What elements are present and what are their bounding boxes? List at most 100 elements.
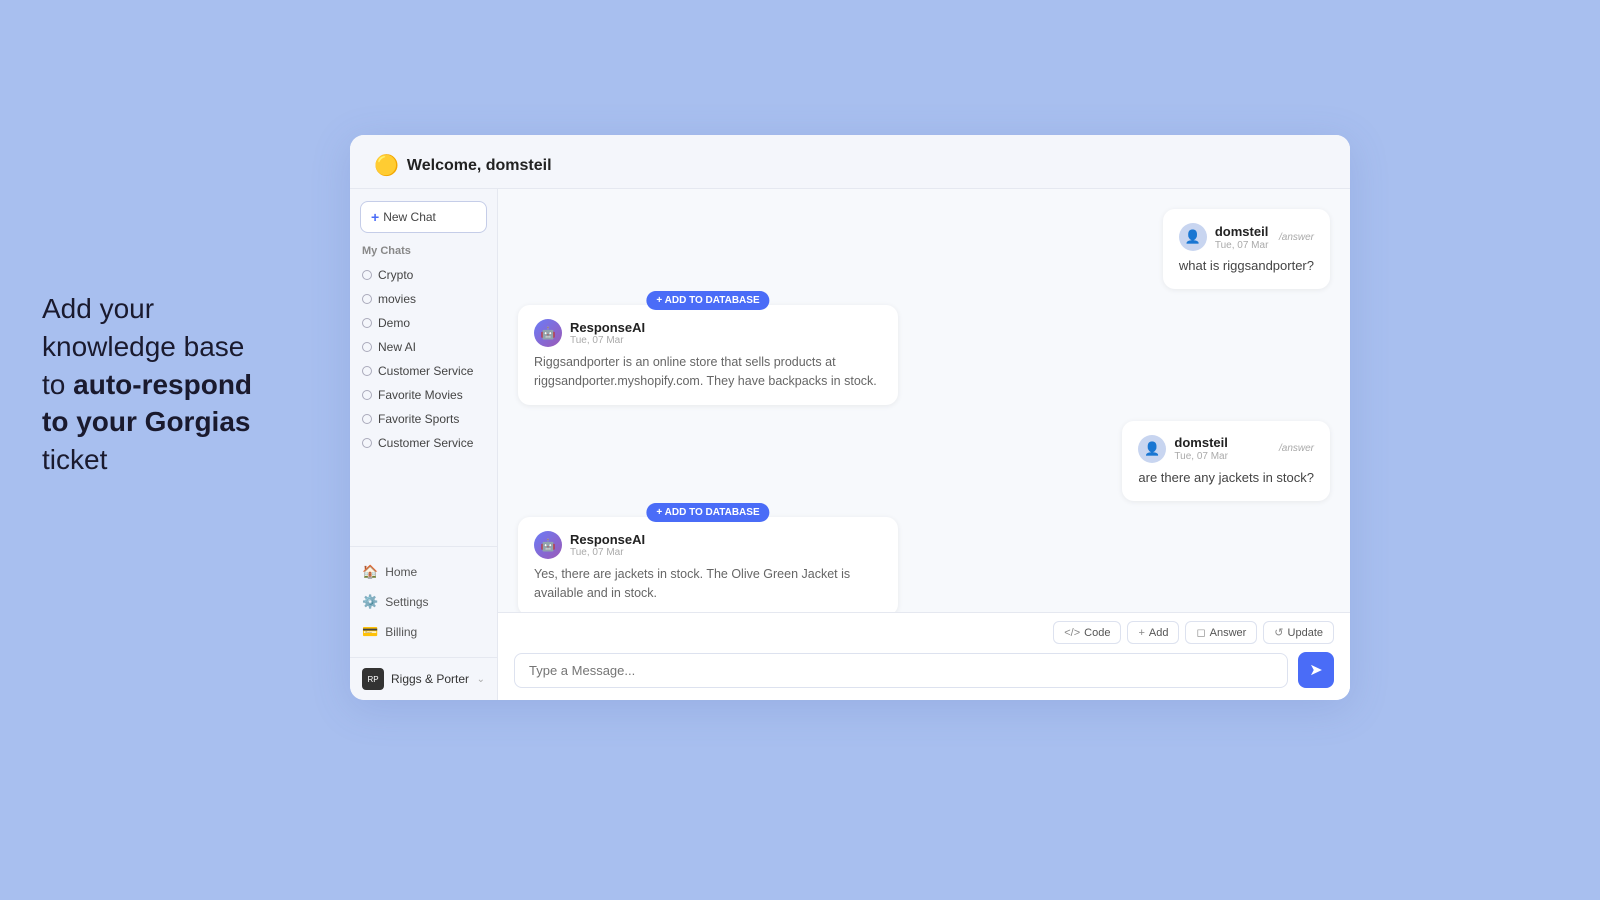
user-name-time: domsteil Tue, 07 Mar <box>1215 224 1269 251</box>
chat-input-area: </> Code + Add ◻ Answer ↺ Update <box>498 612 1350 700</box>
update-button[interactable]: ↺ Update <box>1263 621 1334 644</box>
user-name-2: domsteil <box>1174 435 1228 450</box>
chat-label: movies <box>378 292 416 306</box>
promo-line5: ticket <box>42 444 107 475</box>
app-body: + New Chat My Chats Crypto movies Demo <box>350 189 1350 700</box>
promo-line4: to your Gorgias <box>42 406 250 437</box>
code-button[interactable]: </> Code <box>1053 621 1121 644</box>
ai-message-text-2: Yes, there are jackets in stock. The Oli… <box>534 565 882 603</box>
settings-icon: ⚙️ <box>362 594 378 610</box>
promo-line3-normal: to <box>42 369 73 400</box>
chat-dot-icon <box>362 438 372 448</box>
user-bubble-header-1: 👤 domsteil Tue, 07 Mar /answer <box>1179 223 1314 251</box>
chat-dot-icon <box>362 294 372 304</box>
settings-label: Settings <box>385 595 428 609</box>
ai-name-time-2: ResponseAI Tue, 07 Mar <box>570 532 645 558</box>
chat-dot-icon <box>362 318 372 328</box>
chat-label: New AI <box>378 340 416 354</box>
sidebar-item-crypto[interactable]: Crypto <box>350 263 497 287</box>
chat-input-row: ➤ <box>498 644 1350 700</box>
sidebar-item-billing[interactable]: 💳 Billing <box>350 617 497 647</box>
answer-label: Answer <box>1210 627 1247 639</box>
user-time: Tue, 07 Mar <box>1215 240 1269 251</box>
logo-text: RP <box>367 675 378 684</box>
chat-messages: 👤 domsteil Tue, 07 Mar /answer what is r… <box>498 189 1350 612</box>
sidebar-item-favorite-movies[interactable]: Favorite Movies <box>350 383 497 407</box>
user-info-2: 👤 domsteil Tue, 07 Mar <box>1138 435 1228 463</box>
avatar: 👤 <box>1179 223 1207 251</box>
chat-dot-icon <box>362 390 372 400</box>
add-label: Add <box>1149 627 1169 639</box>
ai-message-text: Riggsandporter is an online store that s… <box>534 353 882 391</box>
user-message-text: what is riggsandporter? <box>1179 257 1314 275</box>
welcome-text: Welcome, domsteil <box>407 157 552 175</box>
footer-logo: RP <box>362 668 384 690</box>
send-icon: ➤ <box>1309 660 1322 680</box>
chat-label: Crypto <box>378 268 413 282</box>
promo-line1: Add your <box>42 293 154 324</box>
ai-time: Tue, 07 Mar <box>570 335 645 346</box>
chat-list: Crypto movies Demo New AI Customer Servi… <box>350 263 497 546</box>
home-icon: 🏠 <box>362 564 378 580</box>
chat-label: Favorite Sports <box>378 412 459 426</box>
app-header: 🟡 Welcome, domsteil <box>350 135 1350 189</box>
ai-name-2: ResponseAI <box>570 532 645 547</box>
ai-message-2: + ADD TO DATABASE 🤖 ResponseAI Tue, 07 M… <box>518 517 898 612</box>
add-to-database-button-2[interactable]: + ADD TO DATABASE <box>646 503 769 522</box>
new-chat-label: New Chat <box>383 210 436 224</box>
add-to-db-label-2: + ADD TO DATABASE <box>656 507 759 518</box>
chat-dot-icon <box>362 366 372 376</box>
chat-label: Favorite Movies <box>378 388 463 402</box>
sidebar-item-customer-service-2[interactable]: Customer Service <box>350 431 497 455</box>
footer-name: Riggs & Porter <box>391 672 469 686</box>
update-icon: ↺ <box>1274 626 1283 639</box>
sidebar-item-movies[interactable]: movies <box>350 287 497 311</box>
ai-name: ResponseAI <box>570 320 645 335</box>
my-chats-label: My Chats <box>350 245 497 257</box>
user-name-time-2: domsteil Tue, 07 Mar <box>1174 435 1228 462</box>
plus-icon: + <box>371 209 379 225</box>
chat-dot-icon <box>362 270 372 280</box>
ai-bubble-header-1: 🤖 ResponseAI Tue, 07 Mar <box>534 319 882 347</box>
user-message-text-2: are there any jackets in stock? <box>1138 469 1314 487</box>
ai-avatar: 🤖 <box>534 319 562 347</box>
message-input[interactable] <box>514 653 1288 688</box>
sidebar-item-favorite-sports[interactable]: Favorite Sports <box>350 407 497 431</box>
chat-dot-icon <box>362 414 372 424</box>
ai-bubble-2: 🤖 ResponseAI Tue, 07 Mar Yes, there are … <box>518 517 898 612</box>
new-chat-button[interactable]: + New Chat <box>360 201 487 233</box>
user-info-1: 👤 domsteil Tue, 07 Mar <box>1179 223 1269 251</box>
ai-time-2: Tue, 07 Mar <box>570 547 645 558</box>
chat-label: Customer Service <box>378 436 473 450</box>
update-label: Update <box>1288 627 1323 639</box>
sidebar-bottom-nav: 🏠 Home ⚙️ Settings 💳 Billing <box>350 546 497 657</box>
user-bubble-1: 👤 domsteil Tue, 07 Mar /answer what is r… <box>1163 209 1330 289</box>
answer-badge: /answer <box>1279 232 1314 243</box>
add-to-database-button-1[interactable]: + ADD TO DATABASE <box>646 291 769 310</box>
sidebar: + New Chat My Chats Crypto movies Demo <box>350 189 498 700</box>
ai-name-time: ResponseAI Tue, 07 Mar <box>570 320 645 346</box>
chat-label: Demo <box>378 316 410 330</box>
answer-badge-2: /answer <box>1279 443 1314 454</box>
add-button[interactable]: + Add <box>1127 621 1179 644</box>
promo-line2: knowledge base <box>42 331 244 362</box>
sidebar-item-customer-service-1[interactable]: Customer Service <box>350 359 497 383</box>
ai-message-1: + ADD TO DATABASE 🤖 ResponseAI Tue, 07 M… <box>518 305 898 405</box>
send-button[interactable]: ➤ <box>1298 652 1334 688</box>
chat-label: Customer Service <box>378 364 473 378</box>
sidebar-item-settings[interactable]: ⚙️ Settings <box>350 587 497 617</box>
promo-line3-bold: auto-respond <box>73 369 252 400</box>
chat-dot-icon <box>362 342 372 352</box>
ai-bubble-1: 🤖 ResponseAI Tue, 07 Mar Riggsandporter … <box>518 305 898 405</box>
promo-text: Add your knowledge base to auto-respond … <box>42 290 322 479</box>
chevron-down-icon: ⌄ <box>477 674 485 685</box>
code-label: Code <box>1084 627 1110 639</box>
answer-button[interactable]: ◻ Answer <box>1185 621 1257 644</box>
user-bubble-2: 👤 domsteil Tue, 07 Mar /answer are there… <box>1122 421 1330 501</box>
sidebar-item-new-ai[interactable]: New AI <box>350 335 497 359</box>
sidebar-item-home[interactable]: 🏠 Home <box>350 557 497 587</box>
sidebar-item-demo[interactable]: Demo <box>350 311 497 335</box>
billing-icon: 💳 <box>362 624 378 640</box>
app-window: 🟡 Welcome, domsteil + New Chat My Chats … <box>350 135 1350 700</box>
user-message-2: 👤 domsteil Tue, 07 Mar /answer are there… <box>1122 421 1330 501</box>
